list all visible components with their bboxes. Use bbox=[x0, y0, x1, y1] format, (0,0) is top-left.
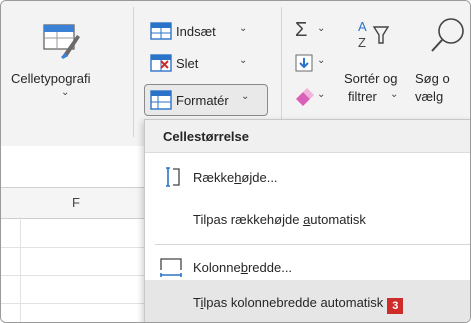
menu-item-autofit-row-height[interactable]: Tilpas rækkehøjde automatisk bbox=[145, 199, 470, 241]
svg-text:Z: Z bbox=[358, 35, 366, 50]
menu-item-row-height[interactable]: Rækkehøjde... bbox=[145, 157, 470, 199]
menu-separator bbox=[155, 244, 470, 245]
menu-item-label: Tilpas rækkehøjde automatisk bbox=[193, 212, 366, 227]
chevron-down-icon: ⌄ bbox=[239, 23, 248, 34]
chevron-down-icon: ⌄ bbox=[317, 23, 326, 34]
delete-button[interactable]: Slet ⌄ bbox=[144, 51, 264, 77]
grid-line bbox=[1, 247, 151, 248]
clear-button[interactable]: ⌄ bbox=[291, 85, 331, 111]
cell-styles-label: Celletypografi bbox=[11, 71, 91, 86]
insert-label: Indsæt bbox=[176, 24, 216, 39]
delete-cells-icon bbox=[150, 54, 172, 72]
eraser-icon bbox=[296, 88, 314, 106]
autosum-button[interactable]: Σ ⌄ bbox=[291, 19, 331, 45]
row-height-icon bbox=[166, 167, 180, 187]
ribbon-group-separator bbox=[133, 7, 134, 137]
excel-window: Celletypografi ⌄ Indsæt ⌄ Slet ⌄ Formaté… bbox=[0, 0, 471, 323]
step-badge: 3 bbox=[387, 298, 404, 314]
column-header-f[interactable]: F bbox=[1, 188, 151, 218]
magnifier-icon bbox=[431, 18, 464, 52]
menu-item-autofit-column-width[interactable]: Tilpas kolonnebredde automatisk 3 bbox=[145, 280, 470, 322]
format-dropdown-menu: Cellestørrelse Rækkehøjde... Tilpas rækk… bbox=[144, 119, 470, 322]
cell-styles-icon bbox=[43, 24, 80, 59]
sort-filter-label-1: Sortér og bbox=[344, 71, 398, 86]
chevron-down-icon: ⌄ bbox=[390, 89, 399, 100]
cell-size-title: Cellestørrelse bbox=[163, 129, 249, 144]
column-width-icon bbox=[160, 258, 182, 277]
chevron-down-icon: ⌄ bbox=[239, 55, 248, 66]
grid-line bbox=[1, 303, 151, 304]
chevron-down-icon: ⌄ bbox=[317, 89, 326, 100]
find-select-label-2: vælg bbox=[415, 89, 444, 104]
format-cells-icon bbox=[150, 90, 172, 110]
grid-line bbox=[1, 275, 151, 276]
find-select-button[interactable]: Søg o vælg bbox=[413, 7, 470, 117]
delete-label: Slet bbox=[176, 56, 199, 71]
menu-section-header: Cellestørrelse bbox=[145, 120, 470, 153]
insert-cells-icon bbox=[150, 22, 172, 40]
menu-item-label: Kolonnebredde... bbox=[193, 260, 293, 275]
format-button[interactable]: Formatér ⌄ bbox=[144, 84, 268, 116]
sort-filter-label-2: filtrer bbox=[348, 89, 377, 104]
find-select-label-1: Søg o bbox=[415, 71, 450, 86]
fill-button[interactable]: ⌄ bbox=[291, 51, 331, 77]
ribbon-group-separator bbox=[281, 7, 282, 137]
menu-item-label: Tilpas kolonnebredde automatisk 3 bbox=[193, 295, 404, 314]
svg-text:A: A bbox=[358, 19, 367, 34]
sigma-icon: Σ bbox=[295, 19, 308, 41]
column-header-bar: F bbox=[1, 187, 151, 219]
sort-filter-button[interactable]: A Z Sortér og filtrer ⌄ bbox=[338, 7, 408, 117]
fill-down-icon bbox=[295, 54, 313, 72]
menu-item-label: Rækkehøjde... bbox=[193, 170, 278, 185]
format-label: Formatér bbox=[176, 93, 229, 108]
sort-filter-icon: A Z bbox=[358, 19, 390, 50]
insert-button[interactable]: Indsæt ⌄ bbox=[144, 19, 264, 45]
chevron-down-icon: ⌄ bbox=[61, 87, 70, 98]
chevron-down-icon: ⌄ bbox=[317, 55, 326, 66]
grid-line bbox=[20, 217, 21, 322]
chevron-down-icon: ⌄ bbox=[241, 91, 250, 102]
cell-styles-button[interactable]: Celletypografi ⌄ bbox=[9, 7, 119, 107]
